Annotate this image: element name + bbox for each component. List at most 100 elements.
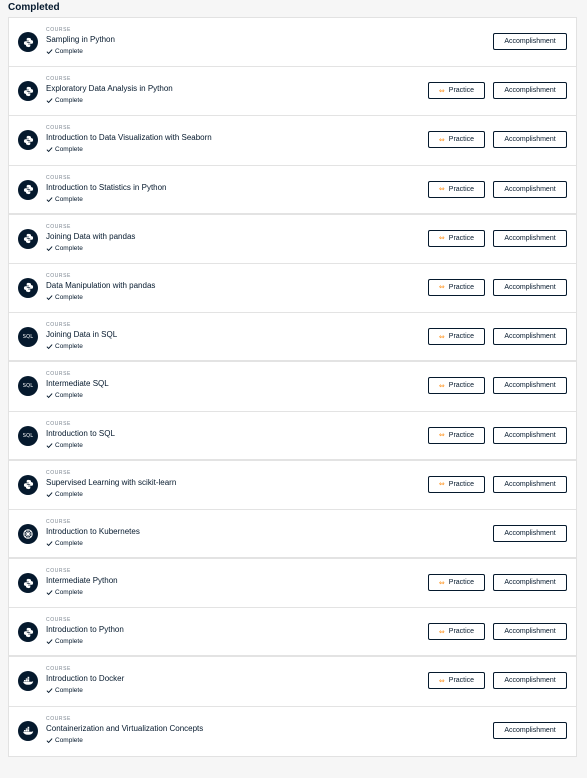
practice-icon: ⇔ xyxy=(438,86,445,95)
python-icon xyxy=(18,228,38,249)
accomplishment-button[interactable]: Accomplishment xyxy=(493,475,567,493)
practice-button-label: Practice xyxy=(448,87,475,95)
course-row[interactable]: COURSE Introduction to Docker Complete ⇔ Pra… xyxy=(9,657,576,707)
course-row[interactable]: COURSE Containerization and Virtualizatio… xyxy=(9,706,576,756)
course-row[interactable]: COURSE Introduction to Python Complete ⇔ Pra… xyxy=(9,608,576,658)
accomplishment-button[interactable]: Accomplishment xyxy=(493,82,567,100)
course-status: Complete xyxy=(46,637,426,646)
practice-icon: ⇔ xyxy=(438,381,445,390)
accomplishment-button[interactable]: Accomplishment xyxy=(493,426,567,444)
practice-icon: ⇔ xyxy=(438,234,445,243)
practice-icon: ⇔ xyxy=(438,283,445,292)
course-row[interactable]: SQL COURSE Introduction to SQL Complete ⇔ Pra… xyxy=(9,411,576,461)
course-row[interactable]: COURSE Supervised Learning with scikit-le… xyxy=(9,460,576,510)
course-row[interactable]: COURSE Joining Data with pandas Complete ⇔ P… xyxy=(9,214,576,264)
course-status: Complete xyxy=(46,441,426,450)
practice-button[interactable]: ⇔ Practice xyxy=(428,180,485,198)
accomplishment-button[interactable]: Accomplishment xyxy=(493,524,567,542)
course-meta: COURSE Introduction to Data Visualization… xyxy=(46,125,426,154)
practice-button[interactable]: ⇔ Practice xyxy=(428,426,485,444)
practice-button[interactable]: ⇔ Practice xyxy=(428,131,485,149)
practice-button[interactable]: ⇔ Practice xyxy=(428,623,485,641)
course-kind-label: COURSE xyxy=(46,666,71,673)
accomplishment-button[interactable]: Accomplishment xyxy=(493,180,567,198)
course-title[interactable]: Introduction to Docker xyxy=(46,674,426,684)
course-title[interactable]: Supervised Learning with scikit-learn xyxy=(46,478,426,488)
practice-button[interactable]: ⇔ Practice xyxy=(428,82,485,100)
course-title[interactable]: Introduction to Data Visualization with … xyxy=(46,133,426,143)
sql-icon: SQL xyxy=(18,327,38,348)
course-title[interactable]: Data Manipulation with pandas xyxy=(46,281,426,291)
course-title[interactable]: Introduction to Python xyxy=(46,625,426,635)
practice-button[interactable]: ⇔ Practice xyxy=(428,278,485,296)
course-row[interactable]: SQL COURSE Intermediate SQL Complete ⇔ Practi… xyxy=(9,362,576,412)
course-title[interactable]: Introduction to Statistics in Python xyxy=(46,183,426,193)
practice-button[interactable]: ⇔ Practice xyxy=(428,328,485,346)
course-row[interactable]: COURSE Sampling in Python Complete Accompli… xyxy=(9,18,576,68)
course-status: Complete xyxy=(46,539,426,548)
checkmark-icon xyxy=(46,246,53,251)
course-title[interactable]: Intermediate SQL xyxy=(46,379,426,389)
course-title[interactable]: Exploratory Data Analysis in Python xyxy=(46,84,426,94)
practice-button[interactable]: ⇔ Practice xyxy=(428,229,485,247)
course-title[interactable]: Introduction to Kubernetes xyxy=(46,527,426,537)
course-title[interactable]: Introduction to SQL xyxy=(46,429,426,439)
python-icon xyxy=(18,573,38,594)
course-meta: COURSE Intermediate Python Complete xyxy=(46,568,426,597)
practice-button[interactable]: ⇔ Practice xyxy=(428,475,485,493)
course-kind-label: COURSE xyxy=(46,420,71,427)
course-status: Complete xyxy=(46,47,426,56)
course-status: Complete xyxy=(46,588,426,597)
accomplishment-button[interactable]: Accomplishment xyxy=(493,672,567,690)
course-meta: COURSE Containerization and Virtualizatio… xyxy=(46,716,426,745)
practice-button-label: Practice xyxy=(448,628,475,636)
course-title[interactable]: Containerization and Virtualization Conc… xyxy=(46,724,426,734)
course-status-label: Complete xyxy=(55,146,83,154)
course-row[interactable]: COURSE Exploratory Data Analysis in Pytho… xyxy=(9,67,576,117)
course-meta: COURSE Exploratory Data Analysis in Pytho… xyxy=(46,76,426,105)
python-icon xyxy=(18,81,38,102)
course-title[interactable]: Sampling in Python xyxy=(46,35,426,45)
course-row[interactable]: SQL COURSE Joining Data in SQL Complete ⇔ Pra… xyxy=(9,313,576,363)
course-status: Complete xyxy=(46,686,426,695)
checkmark-icon xyxy=(46,590,53,596)
practice-button-label: Practice xyxy=(448,136,475,144)
course-status: Complete xyxy=(46,490,426,499)
accomplishment-button[interactable]: Accomplishment xyxy=(493,377,567,395)
section-title: Completed xyxy=(8,2,60,13)
course-row[interactable]: COURSE Data Manipulation with pandas Compl… xyxy=(9,263,576,314)
accomplishment-button[interactable]: Accomplishment xyxy=(493,33,567,50)
accomplishment-button[interactable]: Accomplishment xyxy=(493,229,567,247)
practice-button[interactable]: ⇔ Practice xyxy=(428,377,485,395)
accomplishment-button[interactable]: Accomplishment xyxy=(493,574,567,592)
practice-button[interactable]: ⇔ Practice xyxy=(428,672,485,690)
sql-icon-label: SQL xyxy=(22,432,34,439)
course-status: Complete xyxy=(46,342,426,351)
accomplishment-button[interactable]: Accomplishment xyxy=(493,721,567,739)
course-kind-label: COURSE xyxy=(46,617,71,624)
course-status: Complete xyxy=(46,736,426,745)
accomplishment-button[interactable]: Accomplishment xyxy=(493,131,567,149)
course-title[interactable]: Joining Data with pandas xyxy=(46,232,426,242)
docker-icon xyxy=(18,720,38,741)
course-title[interactable]: Intermediate Python xyxy=(46,576,426,586)
practice-icon: ⇔ xyxy=(438,578,445,587)
accomplishment-button[interactable]: Accomplishment xyxy=(493,328,567,346)
course-meta: COURSE Introduction to Python Complete xyxy=(46,617,426,646)
python-icon xyxy=(18,474,38,495)
practice-button[interactable]: ⇔ Practice xyxy=(428,574,485,592)
course-status-label: Complete xyxy=(55,293,83,301)
course-row[interactable]: COURSE Introduction to Statistics in Pyth… xyxy=(9,165,576,215)
accomplishment-button[interactable]: Accomplishment xyxy=(493,278,567,296)
docker-icon xyxy=(18,671,38,692)
course-row[interactable]: COURSE Intermediate Python Complete ⇔ Practi… xyxy=(9,559,576,609)
accomplishment-button[interactable]: Accomplishment xyxy=(493,623,567,641)
course-meta: COURSE Intermediate SQL Complete xyxy=(46,371,426,400)
practice-button-label: Practice xyxy=(448,333,475,341)
course-row[interactable]: COURSE Introduction to Data Visualization… xyxy=(9,116,576,166)
course-row[interactable]: COURSE Introduction to Kubernetes Complete… xyxy=(9,509,576,560)
practice-icon: ⇔ xyxy=(438,627,445,636)
course-title[interactable]: Joining Data in SQL xyxy=(46,330,426,340)
course-kind-label: COURSE xyxy=(46,174,71,181)
checkmark-icon xyxy=(46,541,53,546)
